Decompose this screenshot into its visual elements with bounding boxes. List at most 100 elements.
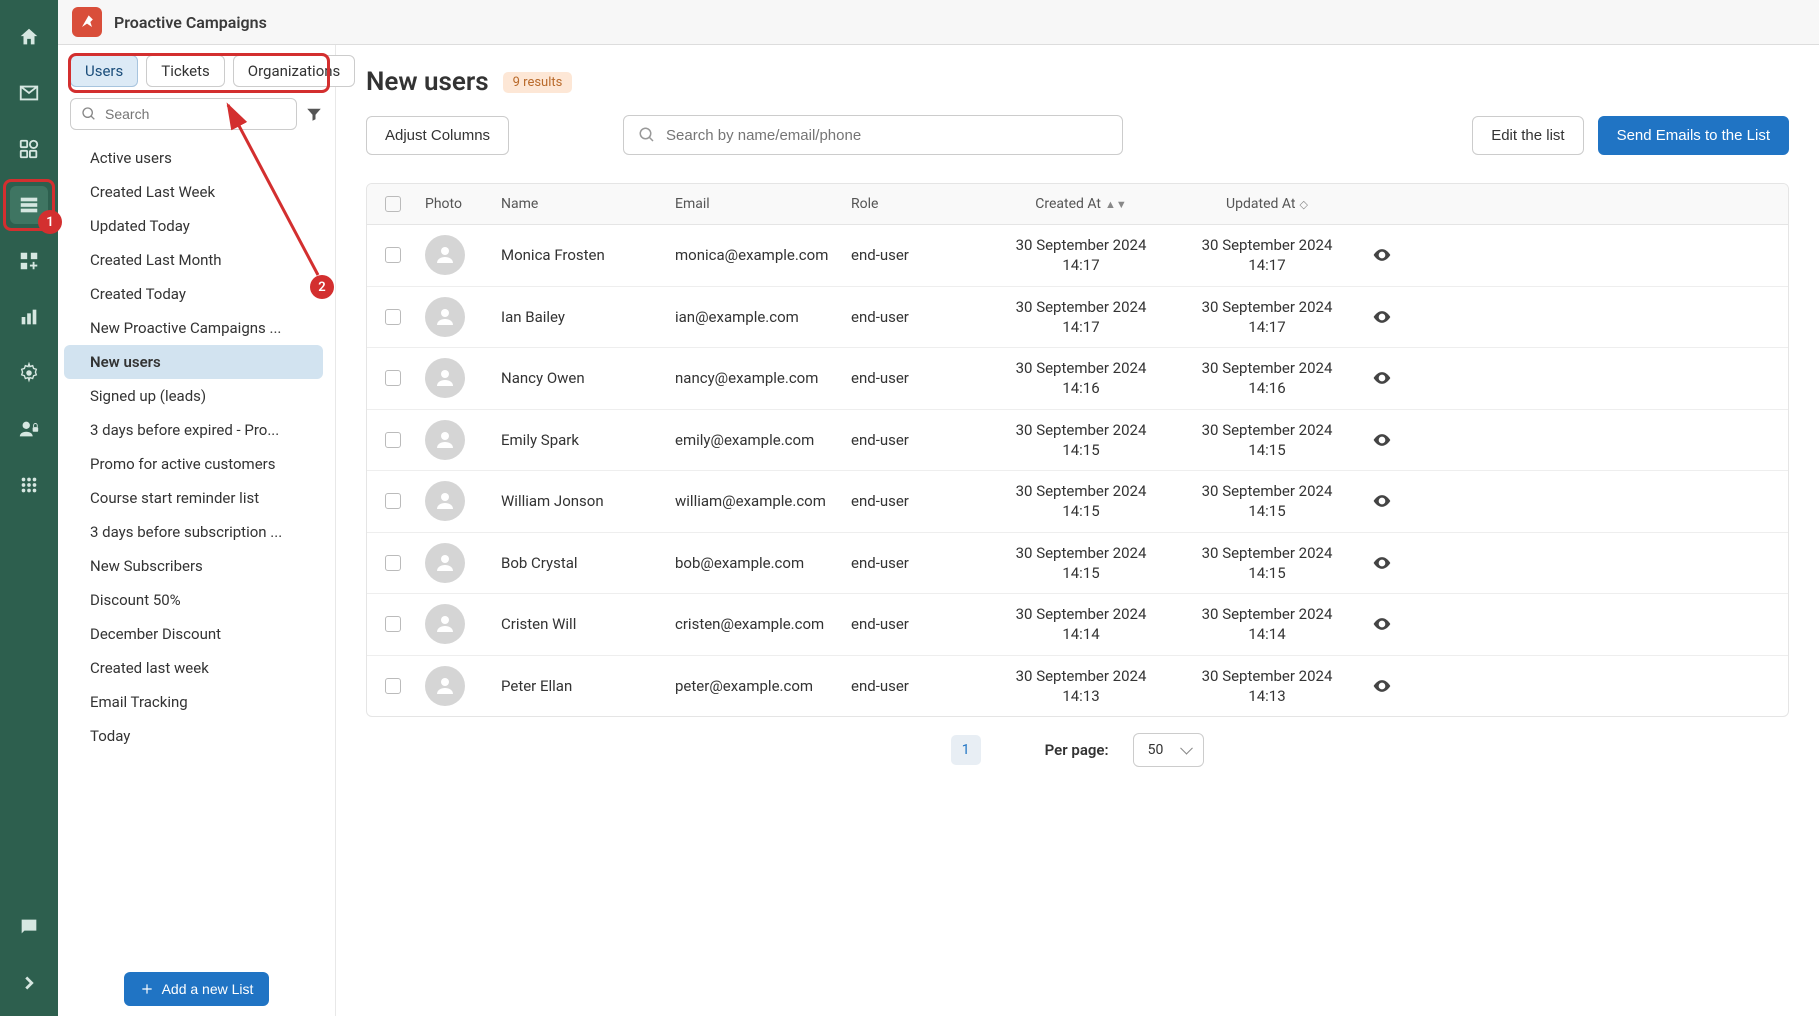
col-created[interactable]: Created At▲▼ (985, 196, 1177, 212)
row-checkbox[interactable] (385, 678, 401, 694)
eye-icon (1372, 676, 1392, 696)
avatar (425, 666, 465, 706)
tab-users[interactable]: Users (70, 55, 138, 87)
results-count-badge: 9 results (503, 72, 573, 93)
main-search-input[interactable] (666, 127, 1108, 144)
view-button[interactable] (1357, 245, 1407, 265)
list-item[interactable]: Course start reminder list (64, 481, 323, 515)
table-row: Cristen Willcristen@example.comend-user3… (367, 594, 1788, 656)
sidebar: 2 Users Tickets Organizations Active use (58, 45, 336, 1016)
nav-segments-icon[interactable] (10, 130, 48, 168)
cell-updated: 30 September 202414:17 (1177, 235, 1357, 276)
avatar (425, 358, 465, 398)
list-item[interactable]: Active users (64, 141, 323, 175)
view-button[interactable] (1357, 553, 1407, 573)
table-row: Ian Baileyian@example.comend-user30 Sept… (367, 287, 1788, 349)
nav-settings-icon[interactable] (10, 354, 48, 392)
cell-name: Ian Bailey (501, 308, 675, 326)
list-item[interactable]: Created Last Month (64, 243, 323, 277)
select-all-checkbox[interactable] (385, 196, 401, 212)
sidebar-search-input[interactable] (105, 106, 286, 122)
view-button[interactable] (1357, 307, 1407, 327)
plus-icon (140, 982, 154, 996)
main-search[interactable] (623, 115, 1123, 155)
view-button[interactable] (1357, 368, 1407, 388)
cell-created: 30 September 202414:14 (985, 604, 1177, 645)
list-item[interactable]: Updated Today (64, 209, 323, 243)
filter-button[interactable] (305, 97, 323, 131)
view-button[interactable] (1357, 430, 1407, 450)
page-number[interactable]: 1 (951, 735, 981, 765)
filter-icon (305, 105, 323, 123)
cell-created: 30 September 202414:17 (985, 235, 1177, 276)
cell-created: 30 September 202414:17 (985, 297, 1177, 338)
nav-analytics-icon[interactable] (10, 298, 48, 336)
list-item[interactable]: New Proactive Campaigns ... (64, 311, 323, 345)
tab-organizations[interactable]: Organizations (233, 55, 356, 87)
row-checkbox[interactable] (385, 370, 401, 386)
cell-updated: 30 September 202414:15 (1177, 420, 1357, 461)
list-item[interactable]: December Discount (64, 617, 323, 651)
sidebar-search[interactable] (70, 98, 297, 130)
nav-apps-icon[interactable] (10, 466, 48, 504)
list-item[interactable]: Promo for active customers (64, 447, 323, 481)
list-item[interactable]: Signed up (leads) (64, 379, 323, 413)
col-role[interactable]: Role (851, 196, 985, 212)
cell-email: william@example.com (675, 492, 851, 510)
cell-role: end-user (851, 431, 985, 449)
list-item[interactable]: New Subscribers (64, 549, 323, 583)
eye-icon (1372, 614, 1392, 634)
row-checkbox[interactable] (385, 432, 401, 448)
row-checkbox[interactable] (385, 247, 401, 263)
col-name[interactable]: Name (501, 196, 675, 212)
eye-icon (1372, 368, 1392, 388)
app-header: Proactive Campaigns (58, 0, 1819, 45)
view-button[interactable] (1357, 676, 1407, 696)
edit-list-button[interactable]: Edit the list (1472, 116, 1583, 155)
nav-collapse-icon[interactable] (10, 964, 48, 1002)
lists-container[interactable]: Active usersCreated Last WeekUpdated Tod… (58, 141, 335, 962)
eye-icon (1372, 553, 1392, 573)
add-list-button[interactable]: Add a new List (124, 972, 270, 1006)
avatar (425, 297, 465, 337)
list-item[interactable]: Created last week (64, 651, 323, 685)
list-item[interactable]: Email Tracking (64, 685, 323, 719)
cell-role: end-user (851, 554, 985, 572)
list-item[interactable]: Today (64, 719, 323, 753)
list-item[interactable]: Created Today (64, 277, 323, 311)
avatar (425, 543, 465, 583)
cell-role: end-user (851, 308, 985, 326)
tab-tickets[interactable]: Tickets (146, 55, 225, 87)
table-row: Peter Ellanpeter@example.comend-user30 S… (367, 656, 1788, 717)
cell-role: end-user (851, 615, 985, 633)
add-list-label: Add a new List (162, 981, 254, 997)
nav-mail-icon[interactable] (10, 74, 48, 112)
col-updated[interactable]: Updated At◇ (1177, 196, 1357, 212)
nav-permissions-icon[interactable] (10, 410, 48, 448)
nav-chat-icon[interactable] (10, 908, 48, 946)
row-checkbox[interactable] (385, 555, 401, 571)
row-checkbox[interactable] (385, 493, 401, 509)
list-item[interactable]: Discount 50% (64, 583, 323, 617)
avatar (425, 604, 465, 644)
list-item[interactable]: New users (64, 345, 323, 379)
send-emails-button[interactable]: Send Emails to the List (1598, 116, 1789, 155)
list-item[interactable]: 3 days before expired - Pro... (64, 413, 323, 447)
cell-role: end-user (851, 369, 985, 387)
adjust-columns-button[interactable]: Adjust Columns (366, 116, 509, 155)
col-email[interactable]: Email (675, 196, 851, 212)
nav-home-icon[interactable] (10, 18, 48, 56)
list-item[interactable]: Created Last Week (64, 175, 323, 209)
eye-icon (1372, 307, 1392, 327)
cell-email: cristen@example.com (675, 615, 851, 633)
row-checkbox[interactable] (385, 309, 401, 325)
cell-name: Emily Spark (501, 431, 675, 449)
cell-email: peter@example.com (675, 677, 851, 695)
view-button[interactable] (1357, 614, 1407, 634)
nav-rail: 1 (0, 0, 58, 1016)
nav-grid-add-icon[interactable] (10, 242, 48, 280)
view-button[interactable] (1357, 491, 1407, 511)
per-page-select[interactable]: 50 (1133, 733, 1205, 767)
list-item[interactable]: 3 days before subscription ... (64, 515, 323, 549)
row-checkbox[interactable] (385, 616, 401, 632)
